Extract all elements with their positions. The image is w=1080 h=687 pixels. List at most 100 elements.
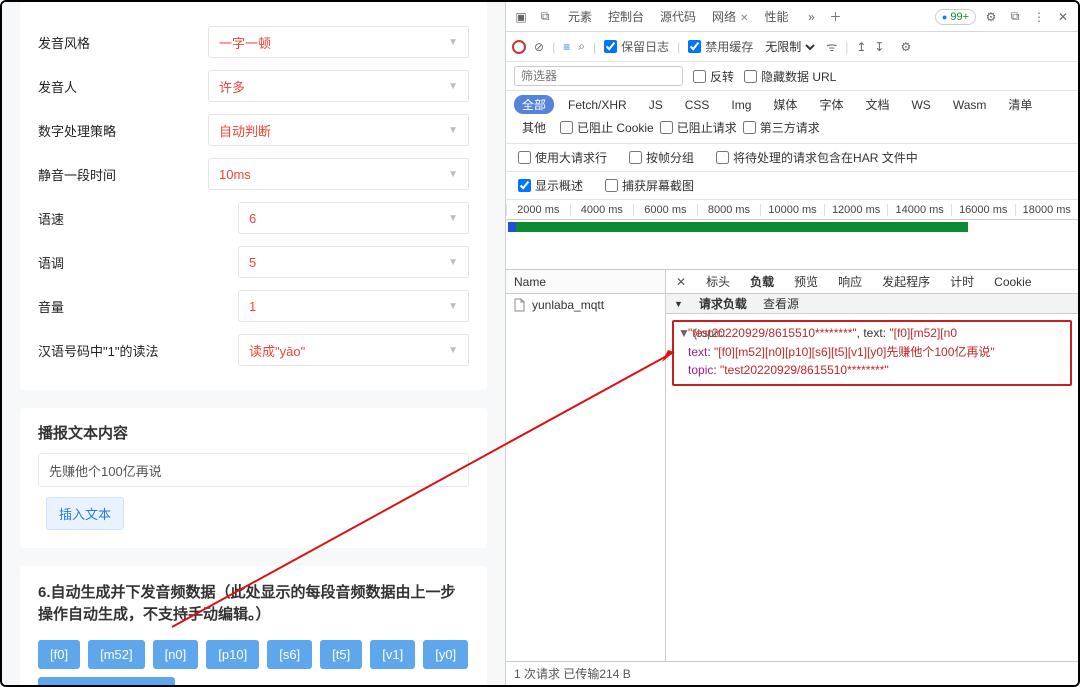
- options-row-1: 使用大请求行 按帧分组 将待处理的请求包含在HAR 文件中: [506, 144, 1078, 172]
- upload-icon[interactable]: ↥: [856, 40, 866, 54]
- gear-icon[interactable]: ⚙: [982, 8, 1000, 26]
- chevron-down-icon: ▼: [448, 81, 458, 92]
- audio-token: [v1]: [370, 640, 415, 669]
- overview-checkbox[interactable]: 显示概述: [518, 177, 583, 194]
- type-chip[interactable]: 媒体: [765, 95, 805, 114]
- disable-cache-checkbox[interactable]: 禁用缓存: [688, 38, 753, 55]
- timeline-ruler[interactable]: 2000 ms 4000 ms 6000 ms 8000 ms 10000 ms…: [506, 200, 1078, 220]
- request-row[interactable]: yunlaba_mqtt: [506, 294, 665, 316]
- type-chip[interactable]: JS: [641, 97, 671, 113]
- chevron-down-icon: ▼: [448, 37, 458, 48]
- label-silence: 静音一段时间: [38, 165, 208, 184]
- type-chip[interactable]: Img: [723, 97, 759, 113]
- type-chip-all[interactable]: 全部: [514, 95, 554, 114]
- more-tabs-icon[interactable]: »: [802, 8, 820, 26]
- large-rows-checkbox[interactable]: 使用大请求行: [518, 149, 607, 166]
- detail-tab-headers[interactable]: 标头: [696, 273, 740, 290]
- close-detail-icon[interactable]: ✕: [666, 275, 696, 289]
- file-icon: [514, 298, 526, 312]
- screenshot-checkbox[interactable]: 捕获屏幕截图: [605, 177, 694, 194]
- throttle-select[interactable]: 无限制: [761, 39, 818, 55]
- chevron-down-icon: ▼: [448, 169, 458, 180]
- audio-token: [s6]: [267, 640, 312, 669]
- inspect-icon[interactable]: ▣: [512, 8, 530, 26]
- close-icon[interactable]: ✕: [740, 13, 748, 24]
- devtools-top-toolbar: ▣ ⧉ 元素 控制台 源代码 网络✕ 性能 » ＋ 99+ ⚙ ⧉ ⋮ ✕: [506, 2, 1078, 32]
- chevron-down-icon: ▼: [448, 125, 458, 136]
- type-chip[interactable]: 其他: [514, 118, 554, 137]
- detail-tabs: ✕ 标头 负载 预览 响应 发起程序 计时 Cookie: [666, 270, 1078, 294]
- invert-checkbox[interactable]: 反转: [693, 68, 734, 85]
- filter-icon[interactable]: ≡: [563, 40, 570, 54]
- label-voice-style: 发音风格: [38, 33, 208, 52]
- select-speaker[interactable]: 许多▼: [208, 70, 469, 102]
- dock-icon[interactable]: ⧉: [1006, 8, 1024, 26]
- timeline-overview[interactable]: [506, 220, 1078, 270]
- third-party-checkbox[interactable]: 第三方请求: [743, 119, 820, 136]
- preserve-log-checkbox[interactable]: 保留日志: [604, 38, 669, 55]
- filter-input[interactable]: [514, 66, 683, 86]
- select-silence[interactable]: 10ms▼: [208, 158, 469, 190]
- search-icon[interactable]: ⌕: [578, 39, 585, 54]
- payload-title: 请求负载: [699, 295, 747, 312]
- detail-tab-timing[interactable]: 计时: [940, 273, 984, 290]
- blocked-cookies-checkbox[interactable]: 已阻止 Cookie: [560, 119, 654, 136]
- tab-network[interactable]: 网络✕: [704, 4, 756, 29]
- select-number-strategy[interactable]: 自动判断▼: [208, 114, 469, 146]
- section-6: 6.自动生成并下发音频数据（此处显示的每段音频数据由上一步操作自动生成，不支持手…: [20, 566, 487, 685]
- detail-tab-cookies[interactable]: Cookie: [984, 275, 1041, 289]
- select-voice-style[interactable]: 一字一顿▼: [208, 26, 469, 58]
- wifi-icon[interactable]: ᯤ: [826, 38, 837, 55]
- detail-tab-response[interactable]: 响应: [828, 273, 872, 290]
- filter-row: 反转 隐藏数据 URL: [506, 62, 1078, 91]
- label-speaker: 发音人: [38, 77, 208, 96]
- har-checkbox[interactable]: 将待处理的请求包含在HAR 文件中: [716, 149, 918, 166]
- group-by-frame-checkbox[interactable]: 按帧分组: [629, 149, 694, 166]
- hide-data-url-checkbox[interactable]: 隐藏数据 URL: [744, 68, 836, 85]
- detail-tab-payload[interactable]: 负载: [740, 273, 784, 290]
- type-chip[interactable]: 字体: [811, 95, 851, 114]
- type-chip[interactable]: 文档: [857, 95, 897, 114]
- tab-performance[interactable]: 性能: [756, 4, 796, 29]
- timeline-bar: [508, 222, 968, 232]
- request-list: Name yunlaba_mqtt: [506, 270, 666, 661]
- device-icon[interactable]: ⧉: [536, 8, 554, 26]
- broadcast-text-input[interactable]: 先赚他个100亿再说: [38, 453, 469, 487]
- label-number-strategy: 数字处理策略: [38, 121, 208, 140]
- detail-tab-initiator[interactable]: 发起程序: [872, 273, 940, 290]
- select-tone[interactable]: 5▼: [238, 246, 469, 278]
- label-tone: 语调: [38, 253, 208, 272]
- audio-text-token: 先赚他个100亿再说: [38, 677, 175, 686]
- select-volume[interactable]: 1▼: [238, 290, 469, 322]
- tab-console[interactable]: 控制台: [600, 4, 652, 29]
- blocked-requests-checkbox[interactable]: 已阻止请求: [660, 119, 737, 136]
- select-speed[interactable]: 6▼: [238, 202, 469, 234]
- plus-icon[interactable]: ＋: [826, 8, 844, 26]
- gear-icon[interactable]: ⚙: [900, 40, 911, 54]
- insert-text-button[interactable]: 插入文本: [46, 497, 124, 530]
- chevron-down-icon: ▼: [448, 301, 458, 312]
- download-icon[interactable]: ↧: [874, 40, 884, 54]
- devtools-panel: ▣ ⧉ 元素 控制台 源代码 网络✕ 性能 » ＋ 99+ ⚙ ⧉ ⋮ ✕ ⊘ …: [505, 2, 1078, 685]
- payload-section-header[interactable]: ▼ 请求负载 查看源: [666, 294, 1078, 314]
- caret-down-icon: ▼: [674, 299, 683, 309]
- clear-icon[interactable]: ⊘: [534, 40, 544, 54]
- record-icon[interactable]: [512, 40, 526, 54]
- issues-badge[interactable]: 99+: [935, 9, 976, 25]
- close-devtools-icon[interactable]: ✕: [1054, 8, 1072, 26]
- type-chip[interactable]: WS: [903, 97, 938, 113]
- kebab-icon[interactable]: ⋮: [1030, 8, 1048, 26]
- detail-tab-preview[interactable]: 预览: [784, 273, 828, 290]
- type-chip[interactable]: Fetch/XHR: [560, 97, 635, 113]
- name-header[interactable]: Name: [506, 270, 665, 294]
- type-chip[interactable]: Wasm: [945, 97, 995, 113]
- select-one-pronounce[interactable]: 读成"yāo"▼: [238, 334, 469, 366]
- type-chip[interactable]: 清单: [1000, 95, 1040, 114]
- tab-elements[interactable]: 元素: [560, 4, 600, 29]
- view-source-link[interactable]: 查看源: [763, 295, 799, 312]
- audio-token: [n0]: [153, 640, 199, 669]
- tab-sources[interactable]: 源代码: [652, 4, 704, 29]
- type-chip[interactable]: CSS: [677, 97, 718, 113]
- network-status-bar: 1 次请求 已传输214 B: [506, 661, 1078, 685]
- section-6-title: 6.自动生成并下发音频数据（此处显示的每段音频数据由上一步操作自动生成，不支持手…: [38, 582, 469, 626]
